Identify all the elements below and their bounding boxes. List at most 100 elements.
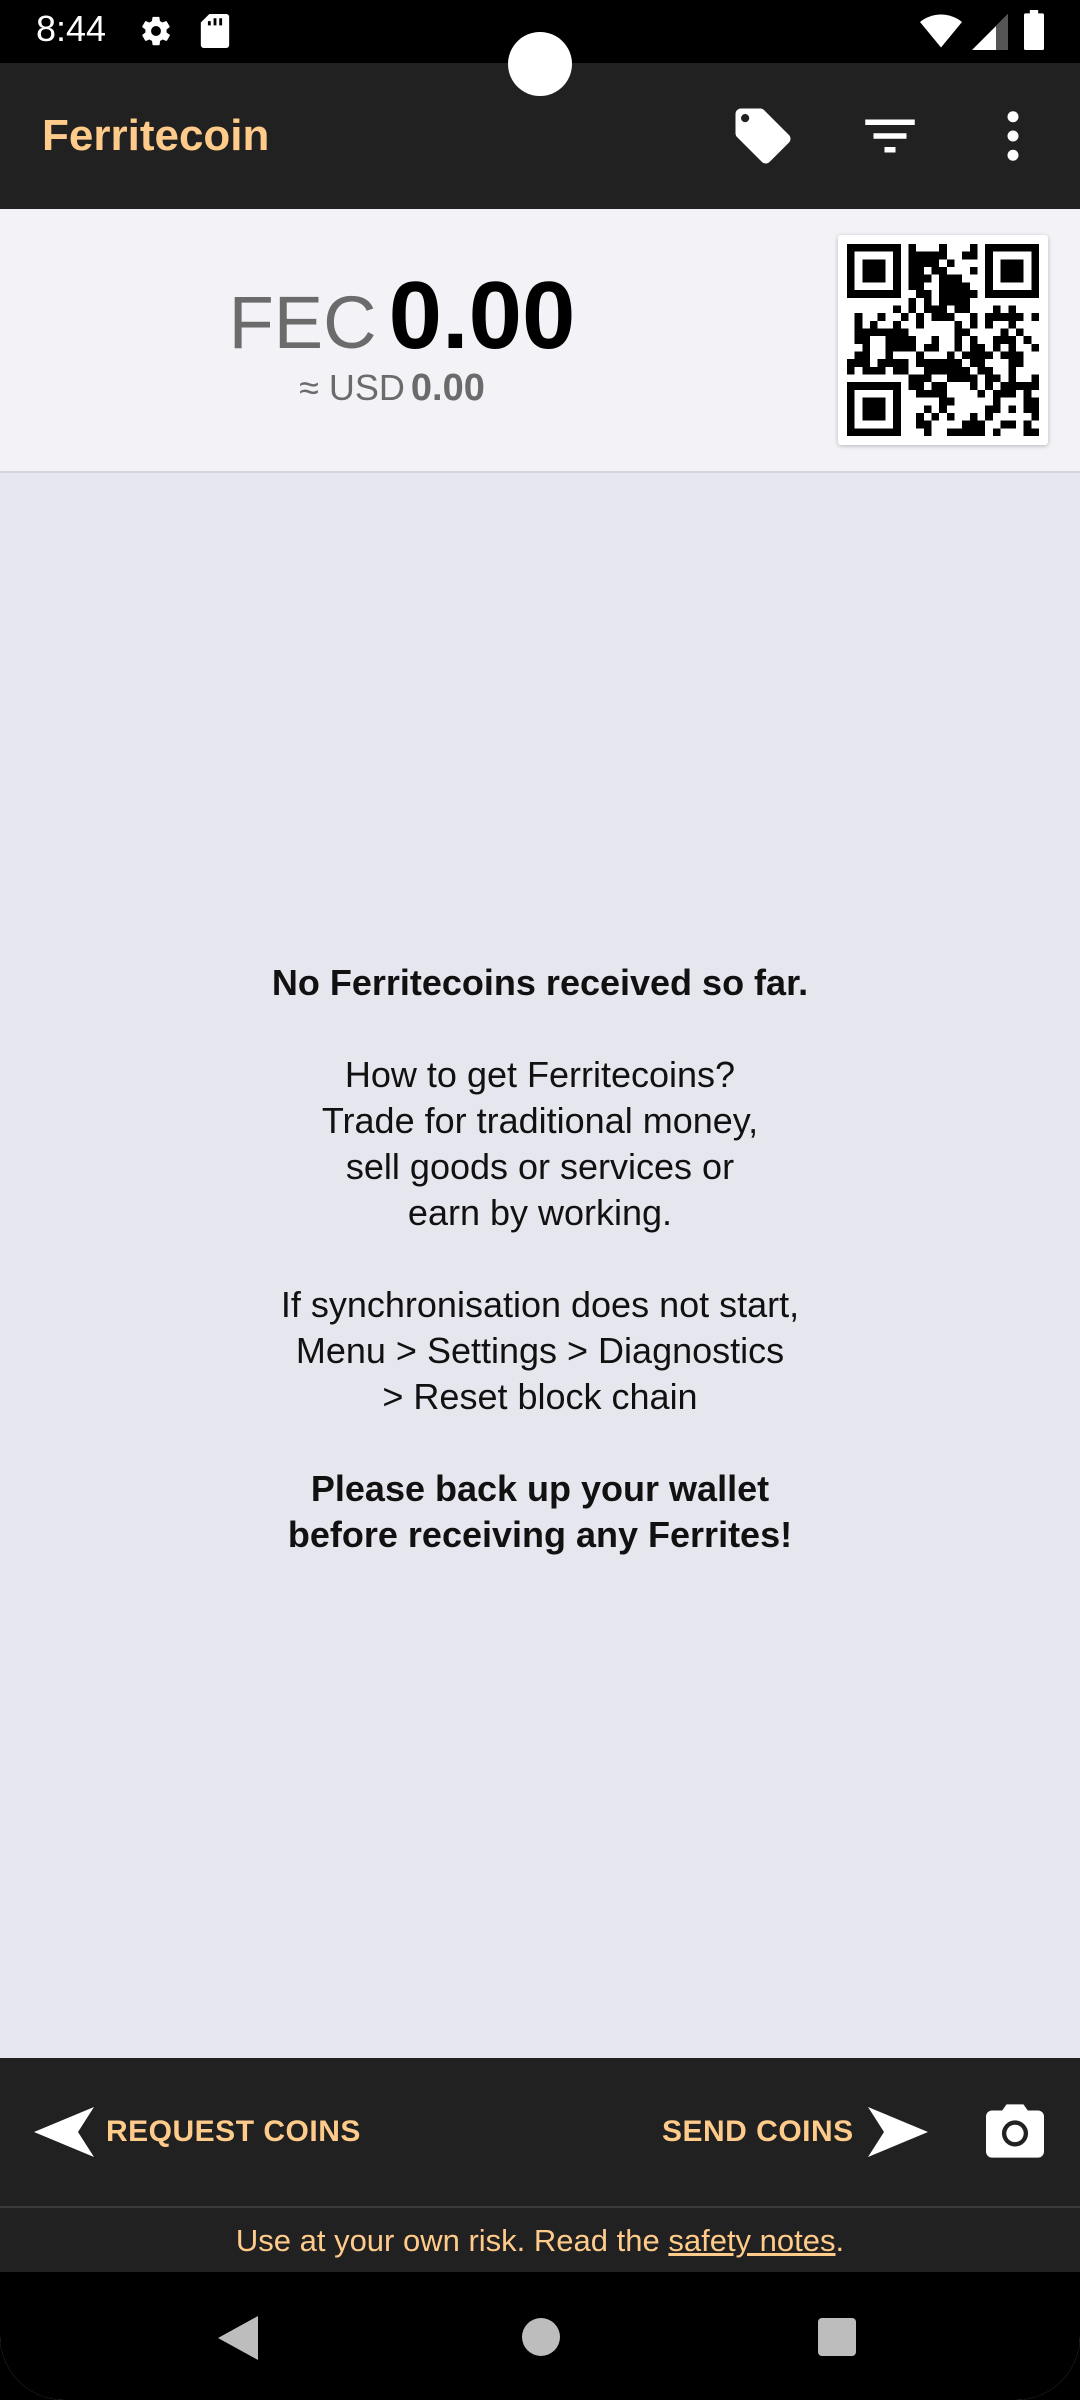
- qr-module: [954, 343, 963, 352]
- qr-module: [939, 359, 947, 367]
- qr-module: [1031, 267, 1039, 275]
- qr-module: [847, 290, 855, 298]
- qr-module: [877, 412, 886, 421]
- qr-module: [1031, 374, 1039, 383]
- qr-module: [870, 405, 878, 413]
- qr-module: [977, 428, 986, 436]
- qr-module: [1000, 336, 1009, 344]
- qr-module: [854, 336, 863, 344]
- qr-module: [977, 389, 986, 398]
- qr-module: [931, 305, 940, 314]
- qr-module: [946, 366, 955, 375]
- qr-module: [946, 259, 955, 268]
- qr-module: [893, 251, 901, 260]
- qr-module: [916, 282, 924, 291]
- qr-module: [939, 366, 947, 375]
- qr-module: [954, 305, 963, 314]
- qr-module: [1000, 351, 1009, 360]
- qr-module: [900, 313, 909, 321]
- qr-module: [923, 251, 932, 260]
- send-coins-button[interactable]: SEND COINS: [662, 2098, 928, 2166]
- qr-module: [1023, 397, 1032, 406]
- qr-module: [877, 397, 886, 406]
- send-arrow-icon: [867, 2107, 928, 2157]
- qr-module: [847, 251, 855, 260]
- qr-module: [954, 359, 963, 367]
- qr-module: [1000, 420, 1009, 429]
- qr-module: [954, 336, 963, 344]
- qr-module: [1031, 259, 1039, 268]
- qr-module: [854, 428, 863, 436]
- qr-module: [923, 305, 932, 314]
- qr-module: [985, 412, 993, 421]
- qr-module: [1023, 290, 1032, 298]
- status-time: 8:44: [36, 8, 107, 49]
- qr-module: [939, 389, 947, 398]
- recents-icon[interactable]: [818, 2318, 856, 2356]
- camera-icon[interactable]: [986, 2104, 1044, 2158]
- qr-module: [992, 305, 1001, 314]
- safety-notes-link[interactable]: safety notes: [668, 2223, 835, 2258]
- filter-icon[interactable]: [857, 103, 923, 169]
- qr-module: [1008, 244, 1016, 252]
- qr-module: [969, 420, 978, 429]
- qr-module: [962, 374, 970, 383]
- qr-module: [1000, 290, 1009, 298]
- qr-module: [908, 244, 917, 252]
- qr-module: [847, 397, 855, 406]
- qr-module: [969, 313, 978, 321]
- qr-module: [1031, 290, 1039, 298]
- qr-module: [1031, 313, 1039, 321]
- qr-code-card[interactable]: [838, 235, 1048, 445]
- qr-module: [854, 359, 863, 367]
- how-line: earn by working.: [407, 1192, 673, 1233]
- qr-module: [916, 290, 924, 298]
- qr-module: [908, 282, 917, 291]
- qr-module: [870, 320, 878, 329]
- sync-line: Menu > Settings > Diagnostics: [295, 1330, 785, 1371]
- balance-main[interactable]: FEC 0.00: [0, 261, 804, 371]
- request-coins-button[interactable]: REQUEST COINS: [34, 2098, 361, 2166]
- backup-line: before receiving any Ferrites!: [287, 1514, 793, 1555]
- bottom-action-bar: REQUEST COINS SEND COINS: [0, 2058, 1080, 2206]
- qr-module: [862, 259, 871, 268]
- qr-module: [931, 389, 940, 398]
- qr-module: [923, 389, 932, 398]
- qr-module: [969, 244, 978, 252]
- qr-module: [877, 313, 886, 321]
- qr-module: [908, 336, 917, 344]
- qr-module: [877, 259, 886, 268]
- qr-module: [870, 244, 878, 252]
- qr-module: [931, 259, 940, 268]
- qr-module: [862, 244, 871, 252]
- qr-module: [908, 251, 917, 260]
- local-amount: 0.00: [410, 367, 485, 409]
- qr-module: [962, 290, 970, 298]
- qr-module: [893, 405, 901, 413]
- qr-module: [923, 374, 932, 383]
- more-vert-icon[interactable]: [980, 103, 1046, 169]
- qr-module: [939, 282, 947, 291]
- tag-icon[interactable]: [730, 103, 796, 169]
- qr-module: [931, 382, 940, 390]
- qr-module: [1023, 389, 1032, 398]
- qr-module: [954, 328, 963, 337]
- qr-module: [1015, 351, 1024, 360]
- back-icon[interactable]: [218, 2316, 258, 2360]
- qr-module: [946, 412, 955, 421]
- qr-module: [985, 351, 993, 360]
- qr-module: [870, 328, 878, 337]
- qr-module: [893, 305, 901, 314]
- qr-module: [969, 320, 978, 329]
- qr-module: [870, 366, 878, 375]
- qr-module: [854, 320, 863, 329]
- qr-module: [1023, 428, 1032, 436]
- qr-module: [1008, 336, 1016, 344]
- qr-module: [985, 251, 993, 260]
- qr-module: [870, 428, 878, 436]
- qr-module: [1031, 282, 1039, 291]
- home-icon[interactable]: [522, 2318, 560, 2356]
- backup-paragraph: Please back up your wallet before receiv…: [0, 1466, 1080, 1558]
- qr-module: [847, 244, 855, 252]
- qr-module: [877, 428, 886, 436]
